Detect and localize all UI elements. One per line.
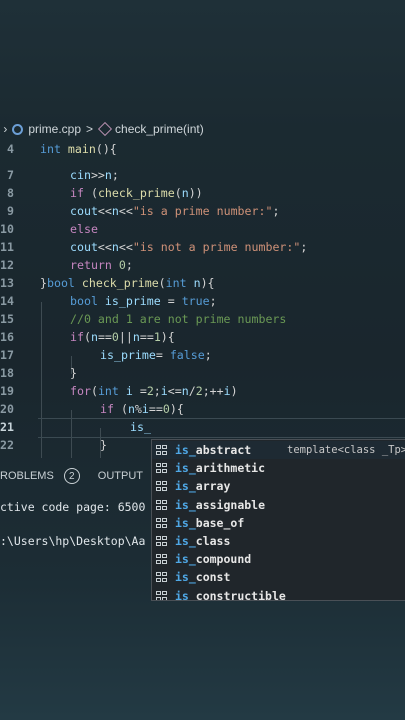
class-symbol-icon bbox=[156, 554, 168, 565]
class-symbol-icon bbox=[156, 536, 168, 547]
tab-output[interactable]: OUTPUT bbox=[98, 470, 143, 482]
class-symbol-icon bbox=[156, 463, 168, 474]
code-text: if (n%i==0){ bbox=[100, 402, 184, 416]
code-line[interactable]: 15 //0 and 1 are not prime numbers bbox=[0, 310, 405, 328]
line-number: 4 bbox=[7, 142, 14, 156]
line-number: 22 bbox=[0, 438, 14, 452]
line-number: 11 bbox=[0, 240, 14, 254]
line-number: 10 bbox=[0, 222, 14, 236]
line-number: 7 bbox=[7, 168, 14, 182]
suggestion-label: is_compound bbox=[175, 552, 252, 567]
line-number: 16 bbox=[0, 330, 14, 344]
suggestion-item[interactable]: is_assignable bbox=[152, 496, 405, 514]
suggestion-label: is_const bbox=[175, 570, 231, 585]
autocomplete-suggestions[interactable]: is_abstract template<class _Tp> is_arithme… bbox=[151, 439, 405, 601]
class-symbol-icon bbox=[156, 590, 168, 600]
breadcrumb: ‹ › prime.cpp > check_prime(int) bbox=[0, 120, 405, 138]
suggestion-label: is_array bbox=[175, 479, 231, 494]
line-number: 19 bbox=[0, 384, 14, 398]
code-text: cout<<n<<"is not a prime number:"; bbox=[70, 240, 308, 254]
suggestion-item[interactable]: is_class bbox=[152, 532, 405, 550]
code-text: cin>>n; bbox=[70, 168, 119, 182]
code-line[interactable]: 10 else bbox=[0, 220, 405, 238]
line-number: 17 bbox=[0, 348, 14, 362]
suggestion-label: is_constructible bbox=[175, 588, 286, 601]
code-line[interactable]: 11 cout<<n<<"is not a prime number:"; bbox=[0, 238, 405, 256]
code-line[interactable]: 9 cout<<n<<"is a prime number:"; bbox=[0, 202, 405, 220]
code-editor[interactable]: 4 int main(){ 7 cin>>n; 8 if (check_prime(n))… bbox=[0, 140, 405, 458]
line-number: 14 bbox=[0, 294, 14, 308]
code-text: for(int i =2;i<=n/2;++i) bbox=[70, 384, 238, 398]
suggestion-label: is_abstract bbox=[175, 443, 252, 457]
class-symbol-icon bbox=[156, 445, 168, 456]
line-number: 15 bbox=[0, 312, 14, 326]
bottom-panel: ROBLEMS 2 OUTPUT ctive code page: 6500 :\U… bbox=[0, 458, 160, 598]
code-line[interactable]: 17 is_prime= false; bbox=[0, 346, 405, 364]
code-line[interactable]: 16 if(n==0||n==1){ bbox=[0, 328, 405, 346]
suggestion-item[interactable]: is_const bbox=[152, 568, 405, 586]
code-line[interactable]: 13 }bool check_prime(int n){ bbox=[0, 274, 405, 292]
code-text: is_ bbox=[130, 420, 151, 434]
line-number: 9 bbox=[7, 204, 14, 218]
code-text: return 0; bbox=[70, 258, 133, 272]
suggestion-item[interactable]: is_compound bbox=[152, 550, 405, 568]
code-line[interactable]: 8 if (check_prime(n)) bbox=[0, 184, 405, 202]
class-symbol-icon bbox=[156, 481, 168, 492]
code-line[interactable]: 4 int main(){ bbox=[0, 140, 405, 158]
suggestion-label: is_arithmetic bbox=[175, 461, 266, 476]
class-symbol-icon bbox=[156, 572, 168, 583]
code-text: bool is_prime = true; bbox=[70, 294, 217, 308]
code-text: }bool check_prime(int n){ bbox=[40, 276, 215, 290]
code-line[interactable]: 19 for(int i =2;i<=n/2;++i) bbox=[0, 382, 405, 400]
suggestion-label: is_base_of bbox=[175, 515, 245, 530]
suggestion-item[interactable]: is_abstract template<class _Tp> bbox=[152, 441, 405, 459]
suggestion-item[interactable]: is_base_of bbox=[152, 514, 405, 532]
line-number: 8 bbox=[7, 186, 14, 200]
line-number: 18 bbox=[0, 366, 14, 380]
code-text: } bbox=[70, 366, 77, 380]
code-text: if (check_prime(n)) bbox=[70, 186, 203, 200]
line-number: 13 bbox=[0, 276, 14, 290]
suggestion-item[interactable]: is_constructible bbox=[152, 587, 405, 601]
class-symbol-icon bbox=[156, 499, 168, 511]
line-number: 21 bbox=[0, 420, 14, 434]
panel-tabs: ROBLEMS 2 OUTPUT bbox=[0, 468, 143, 484]
line-number: 20 bbox=[0, 402, 14, 416]
code-text: is_prime= false; bbox=[100, 348, 212, 362]
code-line[interactable]: 14 bool is_prime = true; bbox=[0, 292, 405, 310]
terminal-line: ctive code page: 6500 bbox=[0, 500, 146, 514]
code-line[interactable]: 20 if (n%i==0){ bbox=[0, 400, 405, 418]
code-text: //0 and 1 are not prime numbers bbox=[70, 312, 287, 326]
terminal-line: :\Users\hp\Desktop\Aa bbox=[0, 534, 146, 548]
code-text: } bbox=[100, 438, 107, 452]
suggestion-label: is_class bbox=[175, 534, 231, 548]
problems-count-badge: 2 bbox=[63, 468, 80, 484]
code-line[interactable]: 21 is_ bbox=[0, 418, 405, 438]
suggestion-label: is_assignable bbox=[175, 497, 266, 512]
breadcrumb-separator: > bbox=[86, 122, 94, 136]
class-symbol-icon bbox=[156, 517, 168, 529]
current-line-highlight bbox=[38, 418, 405, 438]
code-line[interactable]: 12 return 0; bbox=[0, 256, 405, 274]
breadcrumb-symbol[interactable]: check_prime(int) bbox=[115, 122, 204, 136]
code-line[interactable]: 18} bbox=[0, 364, 405, 382]
tab-problems[interactable]: ROBLEMS bbox=[0, 470, 54, 482]
breadcrumb-file[interactable]: prime.cpp bbox=[28, 122, 81, 136]
cpp-file-icon bbox=[12, 123, 24, 135]
breadcrumb-prefix: ‹ › bbox=[0, 122, 8, 136]
code-text: cout<<n<<"is a prime number:"; bbox=[70, 204, 280, 218]
suggestion-item[interactable]: is_arithmetic bbox=[152, 459, 405, 477]
code-text: else bbox=[70, 222, 98, 236]
suggestion-detail: template<class _Tp> bbox=[287, 444, 405, 456]
code-line[interactable]: 7 cin>>n; bbox=[0, 166, 405, 184]
suggestion-item[interactable]: is_array bbox=[152, 477, 405, 495]
function-symbol-icon bbox=[97, 121, 113, 137]
code-text: if(n==0||n==1){ bbox=[70, 330, 175, 344]
code-text: int main(){ bbox=[40, 142, 117, 156]
line-number: 12 bbox=[0, 258, 14, 272]
